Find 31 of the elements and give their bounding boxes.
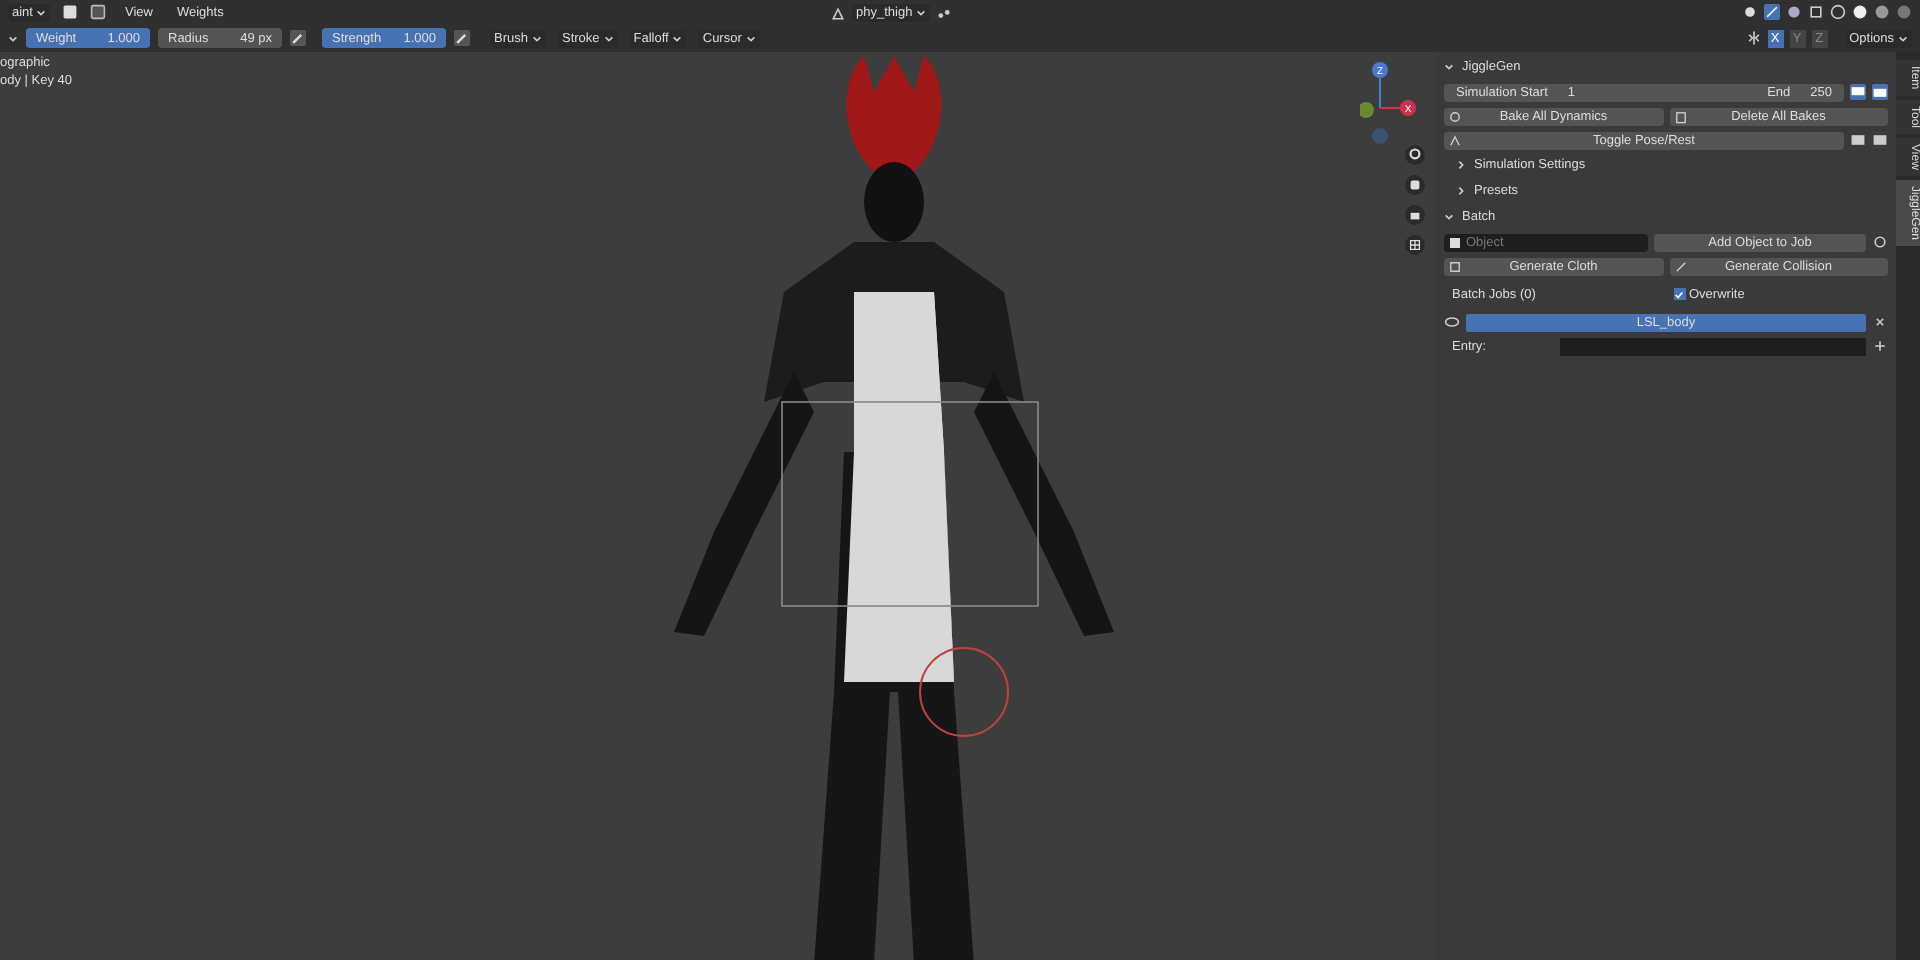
- close-icon[interactable]: [1872, 314, 1888, 330]
- zoom-icon[interactable]: [1404, 144, 1426, 166]
- xray-icon[interactable]: [1808, 4, 1824, 20]
- monitor-icon[interactable]: [1850, 84, 1866, 100]
- material-shading-icon[interactable]: [1874, 4, 1890, 20]
- plus-icon[interactable]: [1872, 338, 1888, 354]
- caret-icon: [1898, 33, 1908, 43]
- render-shading-icon[interactable]: [1896, 4, 1912, 20]
- caret-icon: [672, 33, 683, 43]
- caret-icon: [916, 8, 927, 18]
- wireframe-shading-icon[interactable]: [1830, 4, 1846, 20]
- caret-icon: [603, 33, 614, 43]
- caret-icon[interactable]: [8, 33, 18, 43]
- chevron-down-icon: [1444, 212, 1454, 222]
- chevron-right-icon: [1456, 186, 1466, 196]
- eye-icon[interactable]: [1444, 314, 1460, 330]
- chevron-down-icon: [1444, 62, 1454, 72]
- entry-field[interactable]: [1560, 337, 1866, 355]
- refresh-icon[interactable]: [1872, 234, 1888, 250]
- pen-icon[interactable]: [454, 30, 470, 46]
- visibility-icon[interactable]: [1742, 4, 1758, 20]
- chevron-right-icon: [1456, 160, 1466, 170]
- checkmark-icon: [1674, 289, 1684, 299]
- solid-shading-icon[interactable]: [1852, 4, 1868, 20]
- overlay-icon[interactable]: [1786, 4, 1802, 20]
- grid-icon[interactable]: [1404, 234, 1426, 256]
- caret-icon: [531, 33, 542, 43]
- mesh-icon: [830, 5, 846, 21]
- caret-icon: [36, 7, 47, 17]
- pen-icon[interactable]: [290, 30, 306, 46]
- caret-icon: [745, 33, 756, 43]
